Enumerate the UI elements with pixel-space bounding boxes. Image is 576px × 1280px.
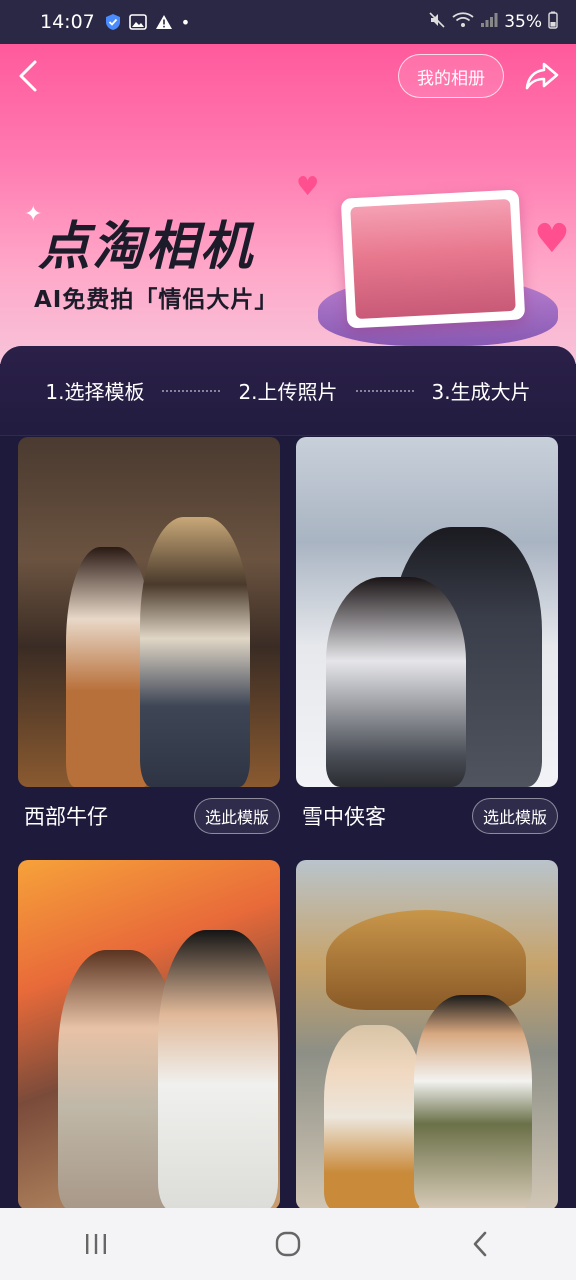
figure-man	[414, 995, 532, 1210]
my-album-button[interactable]: 我的相册	[398, 54, 504, 98]
heart-decoration-icon: ♥	[296, 172, 320, 202]
template-photo[interactable]	[18, 860, 280, 1210]
template-name: 雪中侠客	[302, 805, 386, 829]
heart-decoration-icon: ♥	[534, 216, 570, 262]
select-template-button[interactable]: 选此模版	[471, 798, 558, 834]
status-bar: 14:07 • 35%	[0, 0, 576, 44]
couple-photo-image	[350, 198, 516, 320]
couple-photo-frame	[340, 189, 526, 329]
brand-title: 点淘相机	[38, 217, 255, 277]
template-card[interactable]: 雪中侠客 选此模版	[296, 437, 558, 835]
dot-icon: •	[180, 12, 191, 32]
template-card[interactable]: 西部牛仔 选此模版	[18, 437, 280, 835]
status-right: 35%	[428, 11, 558, 34]
signal-icon	[480, 12, 498, 33]
brand-subtitle: AI免费拍「情侣大片」	[34, 287, 279, 313]
mute-icon	[428, 11, 446, 34]
template-card[interactable]	[296, 860, 558, 1258]
step-3: 3.生成大片	[431, 380, 531, 404]
template-photo[interactable]	[296, 437, 558, 787]
step-2: 2.上传照片	[238, 380, 338, 404]
template-panel: 1.选择模板 2.上传照片 3.生成大片 西部牛仔 选此模版 雪中侠客 选此模版	[0, 346, 576, 1257]
wifi-icon	[452, 11, 474, 33]
hero-banner: 我的相册 ♥ ♥ ✦ 点淘相机 AI免费拍「情侣大片」	[0, 44, 576, 364]
template-card[interactable]	[18, 860, 280, 1258]
recent-apps-button[interactable]	[66, 1219, 126, 1269]
figure-woman	[324, 1025, 424, 1210]
gallery-icon	[128, 14, 147, 30]
step-divider	[162, 389, 221, 392]
template-photo[interactable]	[18, 437, 280, 787]
figure-man	[140, 517, 250, 787]
back-button[interactable]	[10, 58, 46, 94]
step-divider	[355, 389, 414, 392]
back-nav-button[interactable]	[450, 1219, 510, 1269]
figure-woman	[326, 577, 466, 787]
warning-icon	[155, 14, 173, 30]
battery-percent: 35%	[504, 12, 542, 32]
template-info-row: 西部牛仔 选此模版	[18, 797, 280, 835]
template-name: 西部牛仔	[24, 805, 108, 829]
system-nav-bar	[0, 1208, 576, 1280]
back-arrow-icon	[473, 1231, 487, 1257]
step-1: 1.选择模板	[45, 380, 145, 404]
battery-icon	[548, 11, 558, 34]
home-icon	[275, 1231, 301, 1257]
template-info-row: 雪中侠客 选此模版	[296, 797, 558, 835]
status-time: 14:07	[40, 11, 95, 33]
select-template-button[interactable]: 选此模版	[193, 798, 280, 834]
chevron-left-icon	[19, 60, 37, 92]
shield-check-icon	[105, 13, 121, 31]
figure-man	[158, 930, 278, 1210]
home-button[interactable]	[258, 1219, 318, 1269]
share-icon	[525, 62, 559, 90]
template-photo[interactable]	[296, 860, 558, 1210]
steps-indicator: 1.选择模板 2.上传照片 3.生成大片	[0, 346, 576, 436]
figure-lion	[326, 910, 526, 1010]
recent-apps-icon	[86, 1234, 106, 1254]
share-button[interactable]	[522, 58, 562, 94]
